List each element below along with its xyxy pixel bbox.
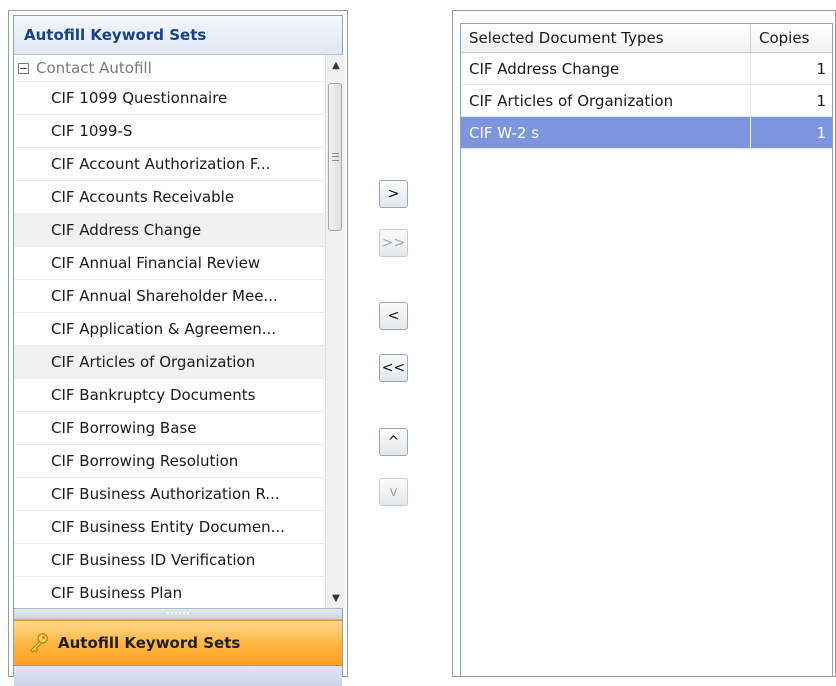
add-all-button[interactable]: >> bbox=[379, 229, 408, 257]
autofill-keyword-sets-button[interactable]: Autofill Keyword Sets bbox=[14, 620, 342, 666]
tree-item[interactable]: CIF Address Change bbox=[14, 214, 325, 247]
move-down-button[interactable]: v bbox=[379, 478, 408, 506]
copies-cell[interactable]: 1 bbox=[751, 53, 832, 84]
tree-item[interactable]: CIF Annual Financial Review bbox=[14, 247, 325, 280]
tree-item[interactable]: CIF Business ID Verification bbox=[14, 544, 325, 577]
tree-item-label: CIF Business Entity Documen... bbox=[51, 518, 285, 536]
tree-scrollbar[interactable]: ▲ ▼ bbox=[325, 55, 345, 608]
key-icon bbox=[30, 633, 48, 653]
tree-item[interactable]: CIF Accounts Receivable bbox=[14, 181, 325, 214]
tree-group-label: Contact Autofill bbox=[36, 59, 152, 77]
selected-types-grid: Selected Document Types Copies CIF Addre… bbox=[460, 23, 833, 676]
move-up-button[interactable]: ^ bbox=[379, 428, 408, 456]
left-panel: Autofill Keyword Sets − Contact Autofill… bbox=[8, 10, 348, 686]
tree-item[interactable]: CIF Business Authorization R... bbox=[14, 478, 325, 511]
collapse-icon[interactable]: − bbox=[18, 62, 29, 74]
tree-item-label: CIF Annual Shareholder Mee... bbox=[51, 287, 278, 305]
keyword-tree: − Contact Autofill CIF 1099 Questionnair… bbox=[14, 55, 325, 608]
autofill-keyword-sets-label: Autofill Keyword Sets bbox=[58, 634, 241, 652]
tree-item-label: CIF Accounts Receivable bbox=[51, 188, 235, 206]
tree-item-label: CIF Business ID Verification bbox=[51, 551, 256, 569]
tree-item-label: CIF Borrowing Resolution bbox=[51, 452, 239, 470]
copies-cell[interactable]: 1 bbox=[751, 117, 832, 148]
tree-item[interactable]: CIF Application & Agreemen... bbox=[14, 313, 325, 346]
remove-all-button[interactable]: << bbox=[379, 354, 408, 382]
tree-item[interactable]: CIF Borrowing Resolution bbox=[14, 445, 325, 478]
tree-item[interactable]: CIF 1099 Questionnaire bbox=[14, 82, 325, 115]
grid-header: Selected Document Types Copies bbox=[461, 24, 832, 53]
pane-splitter[interactable] bbox=[14, 608, 342, 620]
document-type-cell: CIF Articles of Organization bbox=[461, 85, 751, 116]
tree-item-label: CIF 1099-S bbox=[51, 122, 133, 140]
tree-item-label: CIF 1099 Questionnaire bbox=[51, 89, 228, 107]
tree-item-label: CIF Account Authorization F... bbox=[51, 155, 271, 173]
tree-item-label: CIF Business Plan bbox=[51, 584, 183, 602]
tree-item-label: CIF Business Authorization R... bbox=[51, 485, 280, 503]
copies-cell[interactable]: 1 bbox=[751, 85, 832, 116]
nav-strip bbox=[14, 666, 342, 686]
column-header-copies[interactable]: Copies bbox=[751, 24, 832, 52]
scroll-down-arrow-icon[interactable]: ▼ bbox=[326, 588, 346, 608]
tree-item-label: CIF Bankruptcy Documents bbox=[51, 386, 256, 404]
right-panel: Selected Document Types Copies CIF Addre… bbox=[452, 10, 836, 677]
add-selected-button[interactable]: > bbox=[379, 180, 408, 208]
tree-item[interactable]: CIF Annual Shareholder Mee... bbox=[14, 280, 325, 313]
tree-item[interactable]: CIF Borrowing Base bbox=[14, 412, 325, 445]
tree-item[interactable]: CIF Bankruptcy Documents bbox=[14, 379, 325, 412]
tree-item[interactable]: CIF Account Authorization F... bbox=[14, 148, 325, 181]
table-row[interactable]: CIF Address Change 1 bbox=[461, 53, 832, 85]
remove-selected-button[interactable]: < bbox=[379, 302, 408, 330]
keyword-sets-pane: Autofill Keyword Sets − Contact Autofill… bbox=[13, 15, 345, 686]
document-type-cell: CIF W-2 s bbox=[461, 117, 751, 148]
scroll-up-arrow-icon[interactable]: ▲ bbox=[326, 55, 346, 75]
table-row[interactable]: CIF Articles of Organization 1 bbox=[461, 85, 832, 117]
scroll-thumb[interactable] bbox=[328, 83, 342, 231]
tree-item[interactable]: CIF Business Plan bbox=[14, 577, 325, 608]
tree-item-label: CIF Address Change bbox=[51, 221, 202, 239]
column-header-document-type[interactable]: Selected Document Types bbox=[461, 24, 751, 52]
tree-item[interactable]: CIF Articles of Organization bbox=[14, 346, 325, 379]
tree-group-contact-autofill[interactable]: − Contact Autofill bbox=[14, 55, 325, 82]
table-row[interactable]: CIF W-2 s1 bbox=[461, 117, 832, 149]
keyword-sets-header: Autofill Keyword Sets bbox=[14, 16, 342, 55]
document-type-cell: CIF Address Change bbox=[461, 53, 751, 84]
tree-item-label: CIF Annual Financial Review bbox=[51, 254, 261, 272]
tree-item-label: CIF Borrowing Base bbox=[51, 419, 197, 437]
tree-item-label: CIF Articles of Organization bbox=[51, 353, 256, 371]
tree-item[interactable]: CIF Business Entity Documen... bbox=[14, 511, 325, 544]
tree-item-label: CIF Application & Agreemen... bbox=[51, 320, 277, 338]
tree-item[interactable]: CIF 1099-S bbox=[14, 115, 325, 148]
grip-icon bbox=[331, 153, 339, 161]
